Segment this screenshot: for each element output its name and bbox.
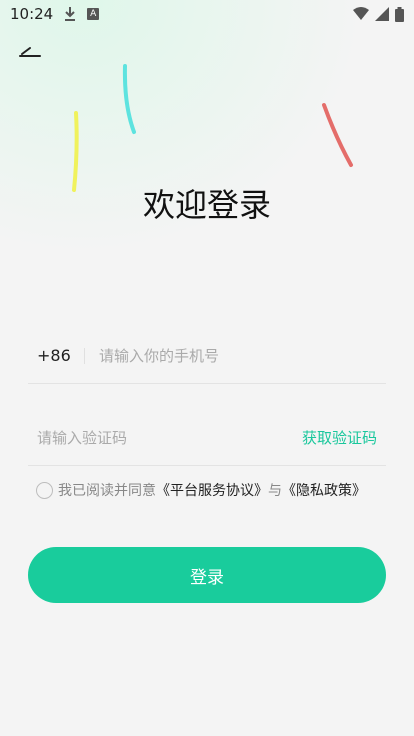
phone-input[interactable] [99,346,386,365]
agreement-row: 我已阅读并同意 《平台服务协议》 与 《隐私政策》 [36,480,366,500]
field-divider [84,347,85,364]
phone-field-row: +86 [28,328,386,384]
privacy-link[interactable]: 《隐私政策》 [282,480,366,500]
agreement-prefix: 我已阅读并同意 [58,483,156,499]
country-code[interactable]: +86 [28,346,78,365]
download-icon [65,7,76,21]
get-code-button[interactable]: 获取验证码 [302,427,386,448]
wifi-icon [353,7,369,20]
page-title: 欢迎登录 [142,186,271,224]
back-arrow-icon[interactable] [16,40,44,64]
status-bar: 10:24 A [0,0,414,28]
signal-icon [375,7,389,21]
terms-link[interactable]: 《平台服务协议》 [156,480,268,500]
status-time: 10:24 [10,5,54,23]
agreement-joiner: 与 [268,483,282,499]
battery-icon [395,6,404,22]
decorative-streaks [72,64,353,192]
verification-code-input[interactable] [37,428,302,447]
login-button[interactable]: 登录 [28,547,386,603]
agree-checkbox[interactable] [36,481,53,499]
app-notification-icon: A [87,8,100,20]
code-field-row: 获取验证码 [28,410,386,466]
